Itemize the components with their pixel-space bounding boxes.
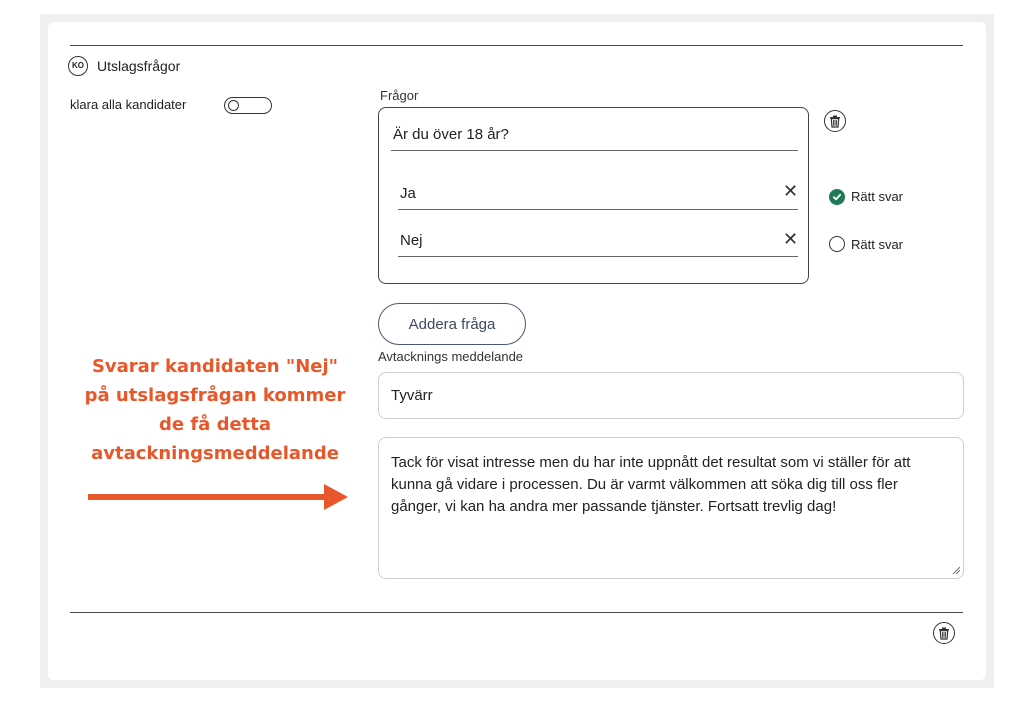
section-title: Utslagsfrågor bbox=[97, 58, 181, 74]
rejection-subject-input[interactable] bbox=[378, 372, 964, 419]
correct-answer-2-label: Rätt svar bbox=[851, 237, 904, 252]
top-divider bbox=[70, 45, 963, 46]
rejection-message-label: Avtacknings meddelande bbox=[378, 349, 524, 364]
rejection-body-textarea[interactable]: Tack för visat intresse men du har inte … bbox=[378, 437, 964, 579]
annotation-line-2: på utslagsfrågan kommer bbox=[84, 385, 346, 406]
resize-grip-icon[interactable] bbox=[951, 565, 961, 575]
correct-answer-2-radio[interactable] bbox=[829, 236, 845, 252]
annotation-arrow-icon bbox=[88, 484, 348, 510]
bottom-divider bbox=[70, 612, 963, 613]
correct-answer-1-label: Rätt svar bbox=[851, 189, 904, 204]
answer-input-2[interactable] bbox=[398, 231, 798, 257]
clear-answer-2-close-icon[interactable]: ✕ bbox=[783, 230, 798, 248]
annotation-line-4: avtackningsmeddelande bbox=[91, 443, 339, 464]
question-input[interactable] bbox=[391, 125, 798, 151]
annotation-line-3: de få detta bbox=[158, 414, 272, 435]
delete-section-trash-icon[interactable] bbox=[933, 622, 955, 644]
add-question-button[interactable]: Addera fråga bbox=[378, 303, 526, 345]
clear-all-candidates-toggle[interactable] bbox=[224, 97, 272, 114]
delete-question-trash-icon[interactable] bbox=[824, 110, 846, 132]
annotation-line-1: Svarar kandidaten "Nej" bbox=[91, 356, 339, 377]
answer-input-1[interactable] bbox=[398, 184, 798, 210]
ko-badge-icon: KO bbox=[68, 56, 88, 76]
questions-label: Frågor bbox=[380, 88, 419, 103]
clear-answer-1-close-icon[interactable]: ✕ bbox=[783, 182, 798, 200]
correct-answer-1-check-circle-icon[interactable] bbox=[829, 189, 845, 205]
annotation-text: Svarar kandidaten "Nej" på utslagsfrågan… bbox=[62, 352, 368, 468]
toggle-knob bbox=[228, 100, 239, 111]
toggle-label: klara alla kandidater bbox=[70, 97, 187, 112]
